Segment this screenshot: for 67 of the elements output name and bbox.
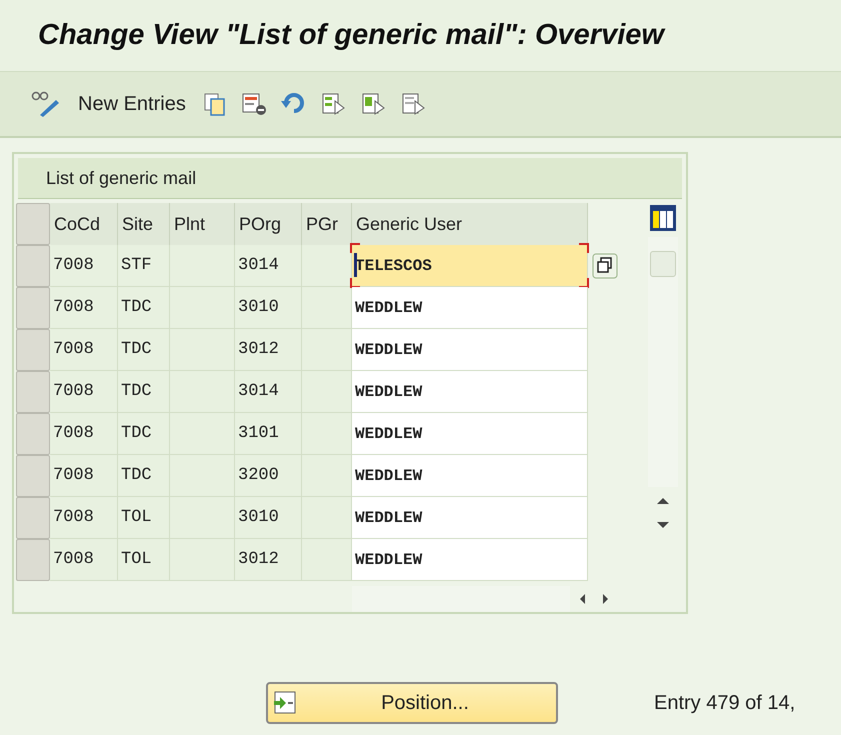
generic-user-field[interactable]: TELESCOS xyxy=(352,245,588,287)
table-cell xyxy=(170,287,235,329)
table-cell xyxy=(302,455,352,497)
table-cell: 3012 xyxy=(235,329,302,371)
table-cell xyxy=(302,371,352,413)
glasses-pencil-icon[interactable] xyxy=(30,90,62,118)
copy-icon[interactable] xyxy=(202,91,228,117)
table-cell xyxy=(170,329,235,371)
table-cell: 7008 xyxy=(50,497,118,539)
column-header[interactable]: PGr xyxy=(302,203,352,245)
table-cell: 3200 xyxy=(235,455,302,497)
column-header[interactable]: Generic User xyxy=(352,203,588,245)
generic-user-field[interactable]: WEDDLEW xyxy=(352,539,588,581)
table-cell xyxy=(170,539,235,581)
entry-counter: Entry 479 of 14, xyxy=(654,692,796,714)
table-cell xyxy=(302,329,352,371)
table-cell: 3014 xyxy=(235,371,302,413)
window-title: Change View "List of generic mail": Overview xyxy=(38,19,664,52)
table-cell: TOL xyxy=(118,539,170,581)
table-cell: 3101 xyxy=(235,413,302,455)
column-settings-icon[interactable] xyxy=(648,203,678,233)
value-help-icon[interactable] xyxy=(592,253,618,279)
position-button[interactable]: Position... xyxy=(266,682,558,724)
table-cell: 3010 xyxy=(235,497,302,539)
table-cell xyxy=(170,245,235,287)
table-cell xyxy=(170,455,235,497)
table-cell: TDC xyxy=(118,287,170,329)
table-cell: TOL xyxy=(118,497,170,539)
column-header[interactable]: Site xyxy=(118,203,170,245)
table-cell xyxy=(302,539,352,581)
generic-user-field[interactable]: WEDDLEW xyxy=(352,413,588,455)
table-cell: 3010 xyxy=(235,287,302,329)
generic-user-field[interactable]: WEDDLEW xyxy=(352,287,588,329)
table-cell: 7008 xyxy=(50,287,118,329)
table-cell: 7008 xyxy=(50,329,118,371)
table-title: List of generic mail xyxy=(46,168,196,188)
table-cell xyxy=(302,245,352,287)
table-cell xyxy=(302,497,352,539)
table-cell xyxy=(170,371,235,413)
vertical-scrollbar[interactable] xyxy=(648,237,678,487)
delete-row-icon[interactable] xyxy=(240,91,268,117)
column-header[interactable]: POrg xyxy=(235,203,302,245)
table-cell: TDC xyxy=(118,413,170,455)
table-cell xyxy=(170,413,235,455)
table-cell xyxy=(302,413,352,455)
table-cell: TDC xyxy=(118,371,170,413)
table-cell: TDC xyxy=(118,455,170,497)
table-cell: 7008 xyxy=(50,413,118,455)
column-header[interactable]: Plnt xyxy=(170,203,235,245)
column-header[interactable]: CoCd xyxy=(50,203,118,245)
horizontal-scrollbar[interactable] xyxy=(352,586,570,612)
generic-user-field[interactable]: WEDDLEW xyxy=(352,371,588,413)
table-cell xyxy=(170,497,235,539)
generic-user-field[interactable]: WEDDLEW xyxy=(352,497,588,539)
table-cell: TDC xyxy=(118,329,170,371)
table-cell: 7008 xyxy=(50,371,118,413)
table-cell: STF xyxy=(118,245,170,287)
table-cell: 7008 xyxy=(50,455,118,497)
generic-user-field[interactable]: WEDDLEW xyxy=(352,455,588,497)
generic-user-field[interactable]: WEDDLEW xyxy=(352,329,588,371)
table-cell xyxy=(302,287,352,329)
table-cell: 3014 xyxy=(235,245,302,287)
table-cell: 3012 xyxy=(235,539,302,581)
table-cell: 7008 xyxy=(50,245,118,287)
new-entries-button[interactable]: New Entries xyxy=(74,92,190,116)
table-cell: 7008 xyxy=(50,539,118,581)
position-icon xyxy=(272,691,298,715)
